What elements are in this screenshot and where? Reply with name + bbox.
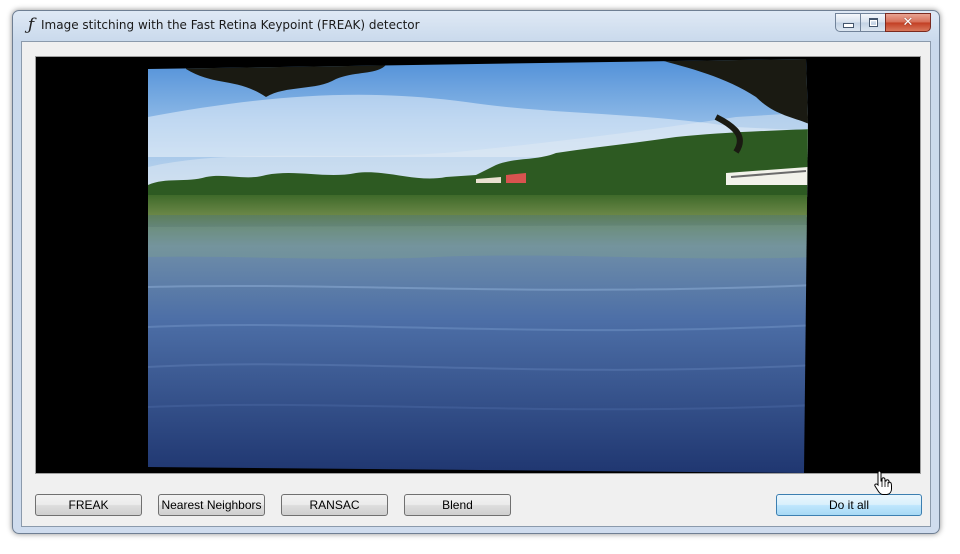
panorama-photo [148, 59, 808, 473]
do-it-all-button[interactable]: Do it all [776, 494, 922, 516]
ransac-button[interactable]: RANSAC [281, 494, 388, 516]
maximize-button[interactable] [860, 13, 886, 32]
stitched-panorama-image [148, 59, 808, 473]
minimize-button[interactable] [835, 13, 861, 32]
minimize-icon [842, 23, 854, 28]
title-bar[interactable]: ƒ Image stitching with the Fast Retina K… [13, 11, 939, 41]
close-button[interactable]: ✕ [885, 13, 931, 32]
close-icon: ✕ [902, 15, 914, 30]
nearest-neighbors-button[interactable]: Nearest Neighbors [158, 494, 265, 516]
function-f-icon: ƒ [27, 15, 35, 35]
client-area: FREAK Nearest Neighbors RANSAC Blend Do … [21, 41, 931, 527]
maximize-icon [868, 18, 878, 27]
blend-button[interactable]: Blend [404, 494, 511, 516]
freak-button[interactable]: FREAK [35, 494, 142, 516]
window-title: Image stitching with the Fast Retina Key… [41, 18, 420, 32]
stitched-image-box [35, 56, 921, 474]
application-window: ƒ Image stitching with the Fast Retina K… [12, 10, 940, 534]
